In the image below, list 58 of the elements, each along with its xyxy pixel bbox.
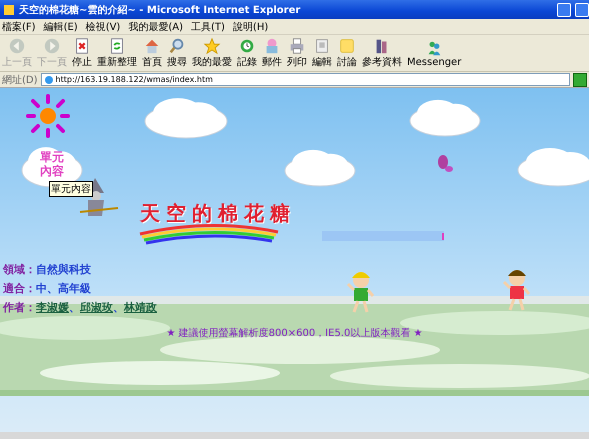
print-icon xyxy=(288,37,306,55)
toolbar-button[interactable]: 參考資料 xyxy=(361,37,403,69)
discuss-icon xyxy=(338,37,356,55)
cloud-drawing xyxy=(518,148,589,186)
toolbar-button[interactable]: 郵件 xyxy=(261,37,283,69)
site-title: 天空的棉花糖 xyxy=(140,200,296,227)
menu-item[interactable]: 檢視(V) xyxy=(86,20,120,34)
toolbar-button[interactable]: 記錄 xyxy=(236,37,258,69)
menu-item[interactable]: 我的最愛(A) xyxy=(128,20,183,34)
address-label: 網址(D) xyxy=(2,74,38,86)
toolbar-button[interactable]: 我的最愛 xyxy=(191,37,233,69)
author-link[interactable]: 邱淑玫 xyxy=(80,300,113,315)
separator-text: 、 xyxy=(113,300,124,315)
info-label: 適合： xyxy=(3,281,36,296)
sun-drawing xyxy=(26,94,70,138)
toolbar-button[interactable]: 編輯 xyxy=(311,37,333,69)
info-value: 自然與科技 xyxy=(36,262,91,277)
favorites-icon xyxy=(203,37,221,55)
toolbar-button[interactable]: 搜尋 xyxy=(166,37,188,69)
boy-figure xyxy=(346,272,374,314)
history-icon xyxy=(238,37,256,55)
back-icon xyxy=(8,37,26,55)
toolbar-button[interactable]: 列印 xyxy=(286,37,308,69)
cloud-drawing xyxy=(410,100,480,136)
go-button[interactable] xyxy=(573,72,587,86)
toolbar-button[interactable]: 討論 xyxy=(336,37,358,69)
home-icon xyxy=(143,37,161,55)
butterfly-icon xyxy=(438,155,453,172)
toolbar-button[interactable]: 首頁 xyxy=(141,37,163,69)
girl-figure xyxy=(502,270,530,312)
author-link[interactable]: 李淑媛 xyxy=(36,300,69,315)
cloud-drawing xyxy=(284,150,356,186)
forward-icon xyxy=(43,37,61,55)
unit-content-link[interactable]: 單元內容 xyxy=(39,150,65,178)
page-icon xyxy=(44,74,54,84)
toolbar-button[interactable]: Messenger xyxy=(406,38,462,68)
window-title: 天空的棉花糖~雲的介紹~ - Microsoft Internet Explorer xyxy=(19,4,302,16)
toolbar-button[interactable]: 停止 xyxy=(71,37,93,69)
info-label: 領域： xyxy=(3,262,36,277)
search-icon xyxy=(168,37,186,55)
edit-icon xyxy=(313,37,331,55)
app-icon xyxy=(3,4,15,16)
author-link[interactable]: 林靖政 xyxy=(124,300,157,315)
menu-item[interactable]: 檔案(F) xyxy=(2,20,36,34)
stop-icon xyxy=(73,37,91,55)
menu-item[interactable]: 工具(T) xyxy=(191,20,225,34)
menu-item[interactable]: 說明(H) xyxy=(232,20,268,34)
info-value: 中、高年級 xyxy=(36,281,91,296)
notice-text: ★ 建議使用螢幕解析度800×600，IE5.0以上版本觀看 ★ xyxy=(166,328,422,339)
refresh-icon xyxy=(108,37,126,55)
maximize-button[interactable] xyxy=(575,2,589,16)
tooltip: 單元內容 xyxy=(49,181,93,197)
toolbar-button[interactable]: 重新整理 xyxy=(96,37,138,69)
address-field[interactable]: http://163.19.188.122/wmas/index.htm xyxy=(40,73,570,86)
separator-text: 、 xyxy=(69,300,80,315)
menu-item[interactable]: 編輯(E) xyxy=(44,20,78,34)
minimize-button[interactable] xyxy=(557,2,571,16)
info-label: 作者： xyxy=(3,300,36,315)
